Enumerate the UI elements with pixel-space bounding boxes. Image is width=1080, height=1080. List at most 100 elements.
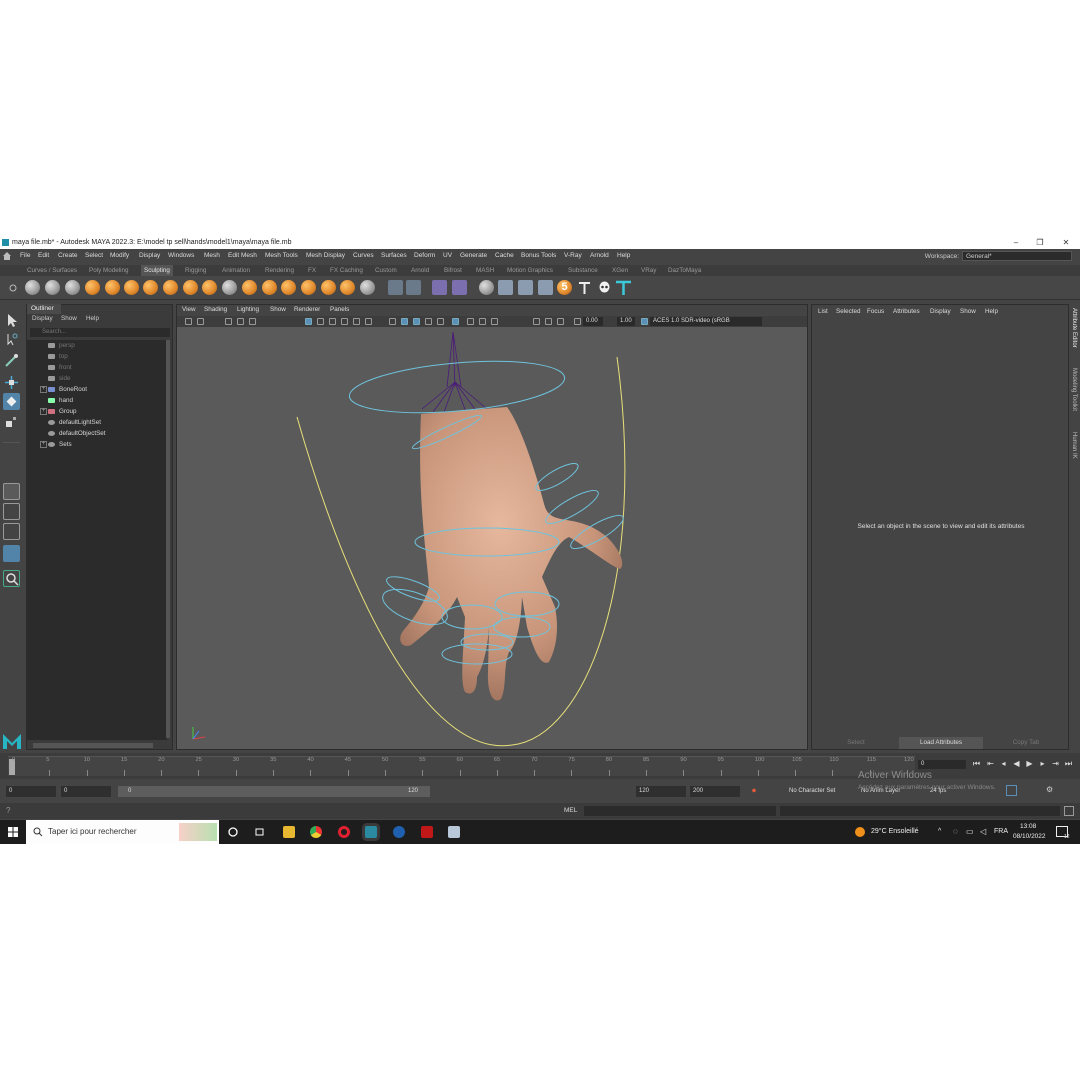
zbrush-icon[interactable] <box>421 826 433 838</box>
viewport-menu-panels[interactable]: Panels <box>330 306 349 313</box>
ae-menu-list[interactable]: List <box>818 308 828 315</box>
volume-icon[interactable]: ◁ <box>980 820 986 844</box>
film-gate-icon[interactable] <box>317 318 324 325</box>
shelf-tab-mash[interactable]: MASH <box>473 265 497 276</box>
shelf-tab-substance[interactable]: Substance <box>565 265 601 276</box>
shadows-icon[interactable] <box>437 318 444 325</box>
camera-select-icon[interactable] <box>185 318 192 325</box>
ambient-occlusion-icon[interactable] <box>533 318 540 325</box>
menu-windows[interactable]: Windows <box>168 249 194 263</box>
pinch-tool-icon[interactable] <box>105 280 120 295</box>
viewport-canvas[interactable] <box>177 327 807 749</box>
scale-tool-icon[interactable] <box>3 414 20 431</box>
menu-mesh[interactable]: Mesh <box>204 249 220 263</box>
outliner-layout-icon[interactable] <box>3 545 20 562</box>
outliner-tab[interactable]: Outliner <box>27 304 61 314</box>
smooth-shade-icon[interactable] <box>401 318 408 325</box>
outliner-horizontal-scrollbar[interactable] <box>33 743 153 748</box>
dup-mesh-icon[interactable] <box>498 280 513 295</box>
language-indicator[interactable]: FRA <box>994 820 1008 844</box>
grab-tool-icon[interactable] <box>85 280 100 295</box>
current-frame-field[interactable]: 0 <box>918 760 966 769</box>
shelf-tab-rigging[interactable]: Rigging <box>182 265 209 276</box>
side-tab-human-ik[interactable]: Human IK <box>1071 432 1077 459</box>
menu-cache[interactable]: Cache <box>495 249 514 263</box>
skull-icon[interactable] <box>597 280 612 295</box>
sculpt-tool-icon[interactable] <box>25 280 40 295</box>
photo-app-icon[interactable] <box>448 826 460 838</box>
humanik-icon[interactable] <box>452 280 467 295</box>
shelf-tab-curves-surfaces[interactable]: Curves / Surfaces <box>24 265 80 276</box>
number-badge-icon[interactable]: 5 <box>557 280 572 295</box>
resolution-gate-icon[interactable] <box>329 318 336 325</box>
outliner-item-side[interactable]: side <box>27 373 167 384</box>
image-plane-icon[interactable] <box>237 318 244 325</box>
clock-time[interactable]: 13:08 <box>1020 823 1036 830</box>
shelf-tab-poly-modeling[interactable]: Poly Modeling <box>86 265 132 276</box>
menu-help[interactable]: Help <box>617 249 630 263</box>
shelf-tab-rendering[interactable]: Rendering <box>262 265 297 276</box>
outliner-search-input[interactable]: Search... <box>30 328 170 337</box>
zoom-icon[interactable] <box>3 570 20 587</box>
grid-toggle-icon[interactable] <box>305 318 312 325</box>
play-backwards-icon[interactable]: ◀ <box>1012 759 1021 769</box>
menu-arnold[interactable]: Arnold <box>590 249 609 263</box>
mel-label[interactable]: MEL <box>564 807 577 814</box>
viewport-menu-lighting[interactable]: Lighting <box>237 306 259 313</box>
fill-tool-icon[interactable] <box>262 280 277 295</box>
viewport-menu-show[interactable]: Show <box>270 306 286 313</box>
xray-components-icon[interactable] <box>491 318 498 325</box>
home-icon[interactable] <box>3 252 11 260</box>
workspace-selector[interactable]: Workspace: General* <box>925 250 1072 262</box>
menu-bonus-tools[interactable]: Bonus Tools <box>521 249 556 263</box>
color-management-icon[interactable] <box>641 318 648 325</box>
file-explorer-icon[interactable] <box>283 826 295 838</box>
shelf-tab-arnold[interactable]: Arnold <box>408 265 432 276</box>
xray-icon[interactable] <box>467 318 474 325</box>
restore-button[interactable]: ❐ <box>1028 236 1052 249</box>
menu-uv[interactable]: UV <box>443 249 452 263</box>
expand-icon[interactable]: + <box>40 441 47 448</box>
go-to-start-icon[interactable]: ⏮ <box>972 759 981 769</box>
shelf-tab-fx[interactable]: FX <box>305 265 319 276</box>
ae-select-button[interactable]: Select <box>815 737 897 749</box>
shelf-tab-bifrost[interactable]: Bifrost <box>441 265 465 276</box>
viewport-menu-shading[interactable]: Shading <box>204 306 227 313</box>
ae-menu-help[interactable]: Help <box>985 308 998 315</box>
outliner-item-defaultlightset[interactable]: defaultLightSet <box>27 417 167 428</box>
mesh-paint-icon[interactable] <box>538 280 553 295</box>
gate-mask-icon[interactable] <box>341 318 348 325</box>
network-icon[interactable]: ◌ <box>953 820 958 844</box>
script-editor-icon[interactable] <box>1064 806 1074 816</box>
step-forward-key-icon[interactable]: ⇥ <box>1051 759 1060 769</box>
spray-tool-icon[interactable] <box>163 280 178 295</box>
playback-end-field[interactable]: 120 <box>636 786 686 797</box>
t-pose-blue-icon[interactable] <box>615 279 632 296</box>
expand-icon[interactable]: + <box>40 386 47 393</box>
go-to-end-icon[interactable]: ⏭ <box>1064 759 1073 769</box>
move-tool-icon[interactable] <box>3 374 20 391</box>
menu-display[interactable]: Display <box>139 249 160 263</box>
outliner-item-boneroot[interactable]: + BoneRoot <box>27 384 167 395</box>
animation-end-field[interactable]: 200 <box>690 786 740 797</box>
menu-select[interactable]: Select <box>85 249 103 263</box>
mask-tool-icon[interactable] <box>432 280 447 295</box>
minimize-button[interactable]: – <box>1004 236 1028 249</box>
preferences-icon[interactable]: ⚙ <box>1046 785 1053 794</box>
clock-date[interactable]: 08/10/2022 <box>1013 833 1046 840</box>
ae-menu-selected[interactable]: Selected <box>836 308 861 315</box>
step-back-frame-icon[interactable]: ◂ <box>999 759 1008 769</box>
shelf-tab-custom[interactable]: Custom <box>372 265 400 276</box>
tray-chevron-icon[interactable]: ^ <box>938 820 941 844</box>
maya-taskbar-icon[interactable] <box>365 826 377 838</box>
ae-load-attributes-button[interactable]: Load Attributes <box>899 737 983 749</box>
help-icon[interactable]: ? <box>6 806 10 815</box>
character-set-dropdown[interactable]: No Character Set <box>789 788 835 794</box>
menu-mesh-tools[interactable]: Mesh Tools <box>265 249 298 263</box>
outliner-item-persp[interactable]: persp <box>27 340 167 351</box>
taskbar-search-input[interactable]: Taper ici pour rechercher <box>26 820 219 844</box>
wax-tool-icon[interactable] <box>222 280 237 295</box>
workspace-dropdown[interactable]: General* <box>962 251 1072 262</box>
menu-mesh-display[interactable]: Mesh Display <box>306 249 345 263</box>
side-tab-attribute-editor[interactable]: Attribute Editor <box>1071 308 1077 348</box>
